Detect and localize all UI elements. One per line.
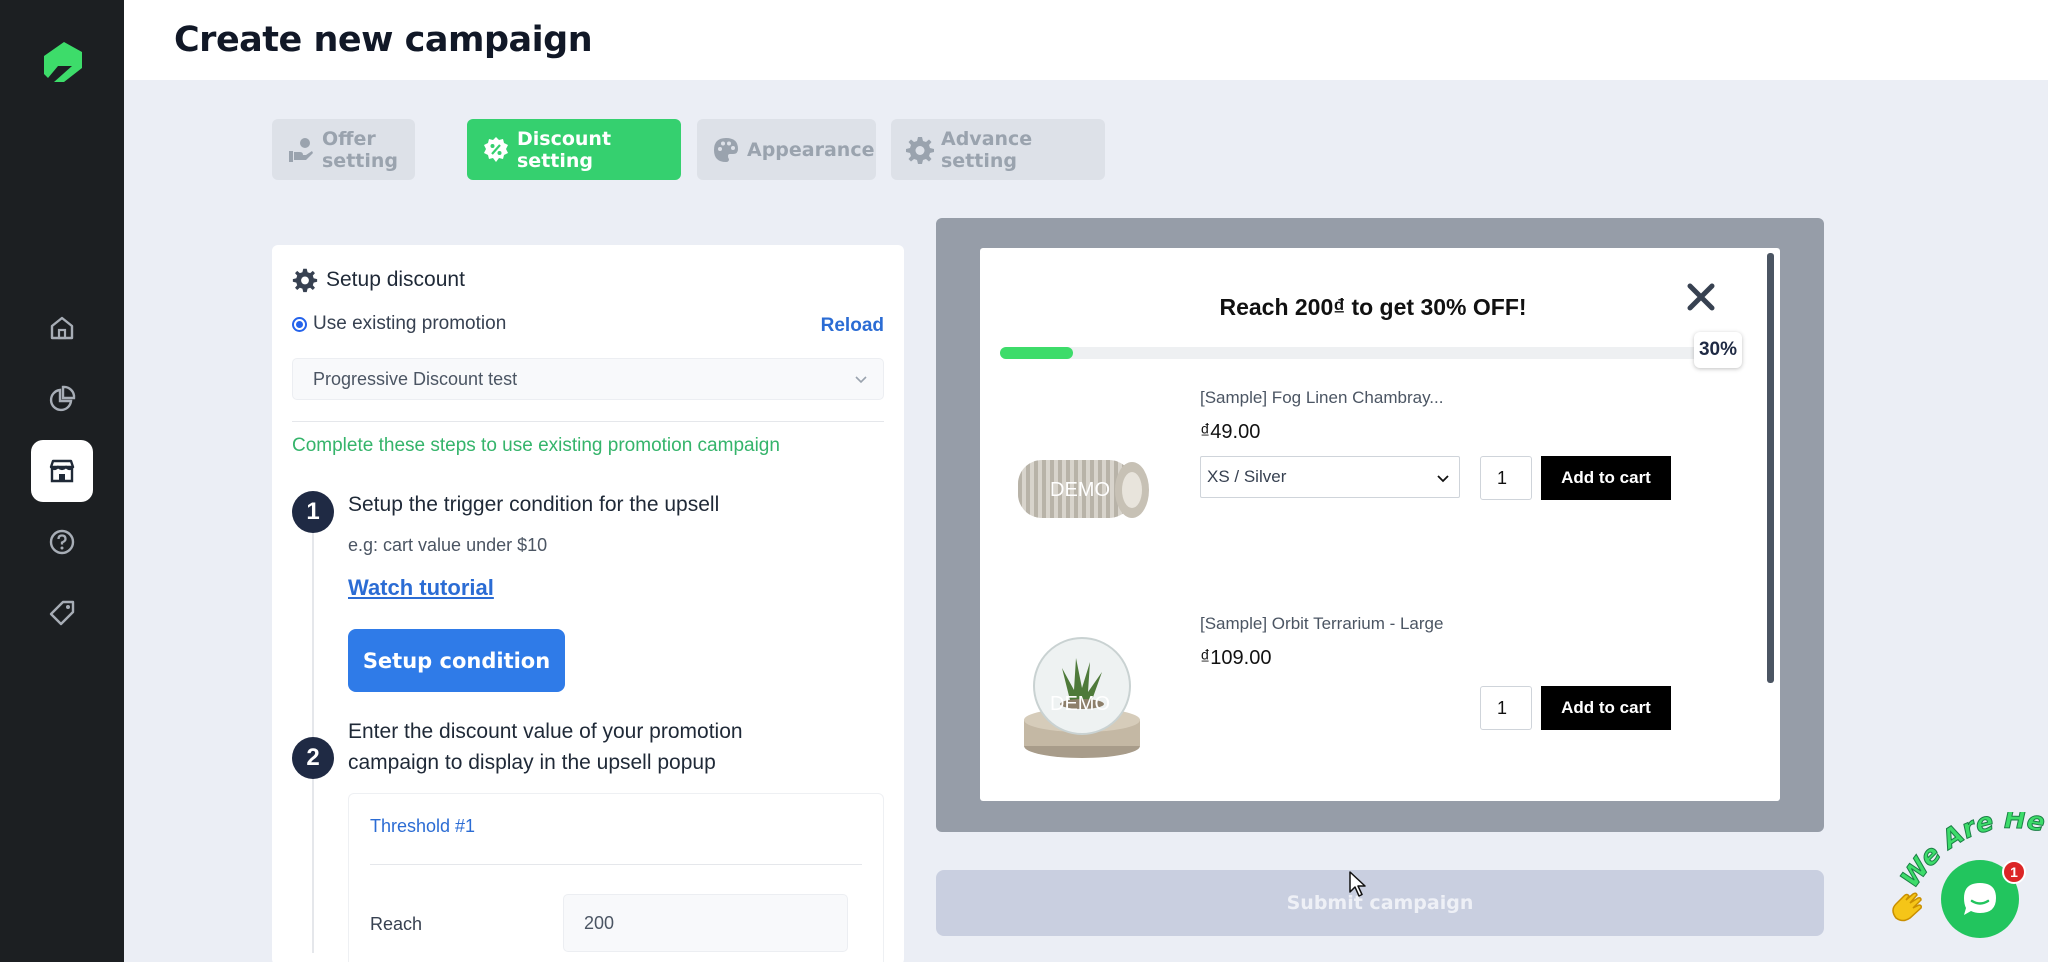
terrarium-product-image: DEMO [1024, 637, 1140, 758]
tab-label: Appearance [747, 138, 875, 161]
mouse-cursor-icon [1349, 871, 1366, 897]
variant-select-value: XS / Silver [1207, 467, 1287, 486]
gear-icon [292, 268, 318, 293]
reach-input[interactable] [563, 894, 848, 952]
upsell-popup: Reach 200₫ to get 30% OFF! 30% DEMO [Sam… [980, 248, 1780, 801]
setup-discount-title: Setup discount [292, 267, 465, 293]
submit-campaign-button[interactable]: Submit campaign [936, 870, 1824, 936]
sidebar [0, 0, 124, 962]
step-2-title-line2: campaign to display in the upsell popup [348, 751, 716, 774]
tab-label: Discount setting [517, 127, 612, 172]
divider [292, 421, 884, 422]
threshold-title: Threshold #1 [370, 816, 476, 836]
step-2-badge: 2 [292, 737, 334, 779]
quantity-input[interactable]: 1 [1480, 456, 1532, 500]
chat-widget[interactable]: We Are Here! 1 [1880, 812, 2048, 962]
variant-select[interactable]: XS / Silver [1200, 456, 1460, 498]
demo-watermark: DEMO [1050, 479, 1110, 501]
reload-link[interactable]: Reload [821, 315, 884, 337]
sidebar-item-tags[interactable] [31, 582, 93, 644]
help-icon [49, 529, 75, 555]
progress-fill [1000, 347, 1073, 359]
palette-icon [714, 137, 738, 162]
home-icon [50, 316, 74, 340]
close-icon[interactable] [1684, 280, 1718, 314]
quantity-input[interactable]: 1 [1480, 686, 1532, 730]
promotion-select-value: Progressive Discount test [313, 368, 518, 389]
tab-appearance[interactable]: Appearance [697, 119, 876, 180]
progress-percent-badge: 30% [1694, 332, 1742, 368]
product-item: DEMO [Sample] Fog Linen Chambray... ₫49.… [980, 378, 1766, 558]
gear-icon [906, 136, 934, 164]
popup-title: Reach 200₫ to get 30% OFF! [1219, 294, 1527, 320]
reach-label: Reach [370, 914, 423, 934]
tab-offer-setting[interactable]: Offer setting [272, 119, 415, 180]
tab-label: Offer setting [322, 127, 398, 172]
product-item: DEMO [Sample] Orbit Terrarium - Large ₫1… [980, 608, 1766, 788]
step-1-title: Setup the trigger condition for the upse… [348, 493, 720, 516]
pie-chart-icon [49, 385, 76, 412]
steps-hint: Complete these steps to use existing pro… [292, 435, 780, 456]
product-name: [Sample] Orbit Terrarium - Large [1200, 614, 1444, 633]
demo-watermark: DEMO [1050, 693, 1110, 715]
use-existing-promotion-radio[interactable]: Use existing promotion [292, 313, 506, 335]
tab-discount-setting[interactable]: Discount setting [467, 119, 681, 180]
step-2-title-line1: Enter the discount value of your promoti… [348, 720, 743, 743]
progress-bar [1000, 347, 1725, 359]
setup-discount-card: Setup discount Use existing promotion Re… [272, 245, 904, 962]
page-title: Create new campaign [174, 20, 593, 60]
add-to-cart-button[interactable]: Add to cart [1541, 686, 1671, 730]
waving-hand-icon [1892, 892, 1922, 922]
product-price: ₫109.00 [1200, 647, 1272, 669]
tab-label: Advance setting [941, 127, 1033, 172]
product-name: [Sample] Fog Linen Chambray... [1200, 388, 1444, 407]
threshold-box: Threshold #1 Reach [348, 793, 884, 962]
step-1-badge: 1 [292, 491, 334, 533]
tag-icon [49, 600, 75, 626]
sidebar-item-home[interactable] [31, 297, 93, 359]
page-header: Create new campaign [124, 0, 2048, 80]
sidebar-item-help[interactable] [31, 511, 93, 573]
step-1-example: e.g: cart value under $10 [348, 535, 548, 555]
app-logo-icon[interactable] [38, 38, 86, 86]
radio-selected-icon[interactable] [292, 316, 307, 332]
chat-icon [1964, 883, 1996, 915]
popup-preview-area: Reach 200₫ to get 30% OFF! 30% DEMO [Sam… [936, 218, 1824, 832]
setup-condition-button[interactable]: Setup condition [348, 629, 565, 692]
sidebar-item-analytics[interactable] [31, 368, 93, 430]
store-icon [49, 459, 75, 483]
watch-tutorial-link[interactable]: Watch tutorial [348, 575, 494, 601]
popup-scrollbar[interactable] [1767, 253, 1774, 683]
percent-badge-icon [484, 136, 508, 162]
radio-label: Use existing promotion [313, 313, 507, 334]
product-price: ₫49.00 [1200, 421, 1261, 443]
unread-badge: 1 [2002, 860, 2026, 884]
setup-title-text: Setup discount [326, 268, 465, 291]
hand-coin-icon [289, 137, 313, 162]
chevron-down-icon [1437, 475, 1449, 483]
tab-advance-setting[interactable]: Advance setting [891, 119, 1105, 180]
promotion-select[interactable]: Progressive Discount test [292, 358, 884, 400]
divider [370, 864, 862, 865]
add-to-cart-button[interactable]: Add to cart [1541, 456, 1671, 500]
chevron-down-icon [855, 376, 867, 384]
towel-product-image: DEMO [1018, 460, 1149, 518]
sidebar-item-store[interactable] [31, 440, 93, 502]
